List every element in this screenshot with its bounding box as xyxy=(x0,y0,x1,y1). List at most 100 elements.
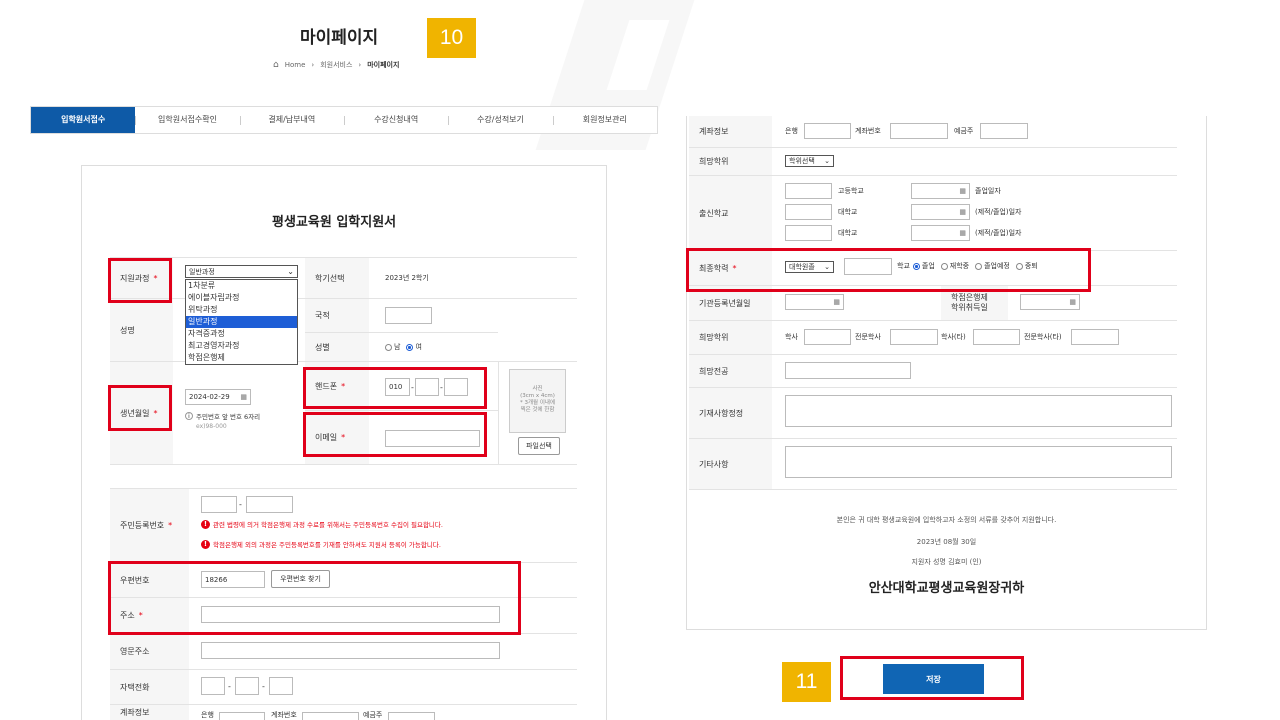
home-icon[interactable]: ⌂ xyxy=(273,60,279,70)
bank-label-left: 은행 xyxy=(201,710,214,719)
university-2-input[interactable] xyxy=(785,225,832,241)
course-option[interactable]: 학점은행제 xyxy=(186,352,297,364)
course-option[interactable]: 에이블자립과정 xyxy=(186,292,297,304)
page-title: 마이페이지 xyxy=(300,28,379,48)
etc-textarea[interactable] xyxy=(785,446,1172,478)
bank-input-left[interactable] xyxy=(219,712,265,720)
pro-bachelor-input[interactable] xyxy=(890,329,938,345)
file-select-button[interactable]: 파일선택 xyxy=(518,437,560,455)
divider xyxy=(689,489,1177,490)
calendar-icon[interactable]: ▦ xyxy=(1069,298,1076,306)
dash: - xyxy=(262,681,265,691)
chevron-down-icon: ⌄ xyxy=(824,157,830,165)
photo-placeholder: 사진 (3cm x 4cm) * 3개월 이내에 찍은 것에 한함 xyxy=(509,369,566,433)
declaration-text: 본인은 귀 대학 평생교육원에 입학하고자 소정의 서류를 갖추어 지원합니다. xyxy=(836,516,1057,524)
account-label: 계좌정보 xyxy=(689,116,772,147)
calendar-icon[interactable]: ▦ xyxy=(959,229,966,237)
pro-bachelor-label: 전문학사 xyxy=(855,333,881,341)
highlight-address xyxy=(108,561,521,635)
gender-male-radio[interactable] xyxy=(385,343,392,351)
course-option[interactable]: 자격증과정 xyxy=(186,328,297,340)
course-option[interactable]: 최고경영자과정 xyxy=(186,340,297,352)
course-option[interactable]: 위탁과정 xyxy=(186,304,297,316)
breadcrumb-home[interactable]: Home xyxy=(285,61,306,69)
calendar-icon[interactable]: ▦ xyxy=(959,187,966,195)
home-phone-3-input[interactable] xyxy=(269,677,293,695)
remark-textarea[interactable] xyxy=(785,395,1172,427)
highschool-input[interactable] xyxy=(785,183,832,199)
highlight-phone xyxy=(303,367,487,409)
tab-member-info[interactable]: 회원정보관리 xyxy=(552,107,657,133)
highlight-birth xyxy=(108,385,172,431)
tab-enrollment[interactable]: 수강신청내역 xyxy=(343,107,448,133)
grad-date-label: 졸업일자 xyxy=(975,187,1001,195)
holder-label-left: 예금주 xyxy=(363,710,383,719)
tab-grades[interactable]: 수강/성적보기 xyxy=(448,107,552,133)
calendar-icon[interactable]: ▦ xyxy=(240,393,247,401)
bachelor-other-input[interactable] xyxy=(973,329,1020,345)
highschool-suffix: 고등학교 xyxy=(838,187,864,195)
account-no-input[interactable] xyxy=(890,123,948,139)
step-badge-11: 11 xyxy=(782,662,831,702)
bachelor-input[interactable] xyxy=(804,329,851,345)
holder-input[interactable] xyxy=(980,123,1028,139)
term-value: 2023년 2학기 xyxy=(385,274,429,282)
calendar-icon[interactable]: ▦ xyxy=(959,208,966,216)
home-phone-1-input[interactable] xyxy=(201,677,225,695)
rrn-warning-1: ! 관련 법령에 의거 학점은행제 과정 수료를 위해서는 주민등록번호 수집이 … xyxy=(201,519,443,529)
course-option[interactable]: 1차분류 xyxy=(186,280,297,292)
home-phone-label: 자택전화 xyxy=(110,670,189,704)
info-icon: i xyxy=(185,412,193,420)
gender-female-radio[interactable] xyxy=(406,343,414,351)
course-option-selected[interactable]: 일반과정 xyxy=(186,316,297,328)
pro-bachelor-other-label: 전문학사(타) xyxy=(1024,333,1062,341)
tab-application[interactable]: 입학원서접수 xyxy=(31,107,136,133)
grad-date-input[interactable]: ▦ xyxy=(911,183,970,199)
university-1-input[interactable] xyxy=(785,204,832,220)
bank-label: 은행 xyxy=(785,127,798,135)
rrn-warning-2: ! 학점은행제 외의 과정은 주민등록번호를 기재를 안하셔도 지원서 등록이 가… xyxy=(201,539,441,549)
course-select[interactable]: 일반과정 ⌄ xyxy=(185,265,298,278)
tab-payment[interactable]: 결제/납부내역 xyxy=(239,107,344,133)
step-badge-10: 10 xyxy=(427,18,476,58)
course-dropdown: 1차분류 에이블자립과정 위탁과정 일반과정 자격증과정 최고경영자과정 학점은… xyxy=(185,279,298,365)
pro-bachelor-other-input[interactable] xyxy=(1071,329,1119,345)
bank-input[interactable] xyxy=(804,123,851,139)
closing-text: 안산대학교평생교육원장귀하 xyxy=(868,581,1025,596)
bachelor-label: 학사 xyxy=(785,333,798,341)
bachelor-other-label: 학사(타) xyxy=(941,333,966,341)
major-input[interactable] xyxy=(785,362,911,379)
gender-label: 성별 xyxy=(305,333,369,361)
account-no-input-left[interactable] xyxy=(302,712,359,720)
dash: - xyxy=(228,681,231,691)
birth-hint-example: ex)98-000 xyxy=(196,422,227,430)
save-button[interactable]: 저장 xyxy=(883,664,984,694)
degree-label: 희망학위 xyxy=(689,148,772,175)
credit-date-input[interactable]: ▦ xyxy=(1020,294,1080,310)
rrn-back-input[interactable] xyxy=(246,496,293,513)
univ-1-date-input[interactable]: ▦ xyxy=(911,204,970,220)
univ-2-date-input[interactable]: ▦ xyxy=(911,225,970,241)
tab-application-check[interactable]: 입학원서접수확인 xyxy=(135,107,239,133)
birth-date-input[interactable]: 2024-02-29 ▦ xyxy=(185,389,251,405)
highlight-final-education xyxy=(686,248,1091,292)
chevron-right-icon: › xyxy=(358,61,362,69)
divider xyxy=(110,464,577,465)
breadcrumb-mid[interactable]: 회원서비스 xyxy=(320,60,352,70)
major-label: 희망전공 xyxy=(689,355,772,387)
nationality-input[interactable] xyxy=(385,307,432,324)
holder-label: 예금주 xyxy=(954,127,974,135)
home-phone-2-input[interactable] xyxy=(235,677,259,695)
university-2-suffix: 대학교 xyxy=(838,229,858,237)
holder-input-left[interactable] xyxy=(388,712,435,720)
eng-address-input[interactable] xyxy=(201,642,500,659)
mypage-tabs: 입학원서접수 입학원서접수확인 결제/납부내역 수강신청내역 수강/성적보기 회… xyxy=(30,106,658,134)
nationality-label: 국적 xyxy=(305,299,369,332)
rrn-front-input[interactable] xyxy=(201,496,237,513)
degree-select[interactable]: 학위선택 ⌄ xyxy=(785,155,834,167)
gender-radio-group: 남 여 xyxy=(385,333,465,361)
reg-date-input[interactable]: ▦ xyxy=(785,294,844,310)
highlight-course xyxy=(108,258,172,303)
calendar-icon[interactable]: ▦ xyxy=(833,298,840,306)
breadcrumb-current: 마이페이지 xyxy=(367,61,400,69)
